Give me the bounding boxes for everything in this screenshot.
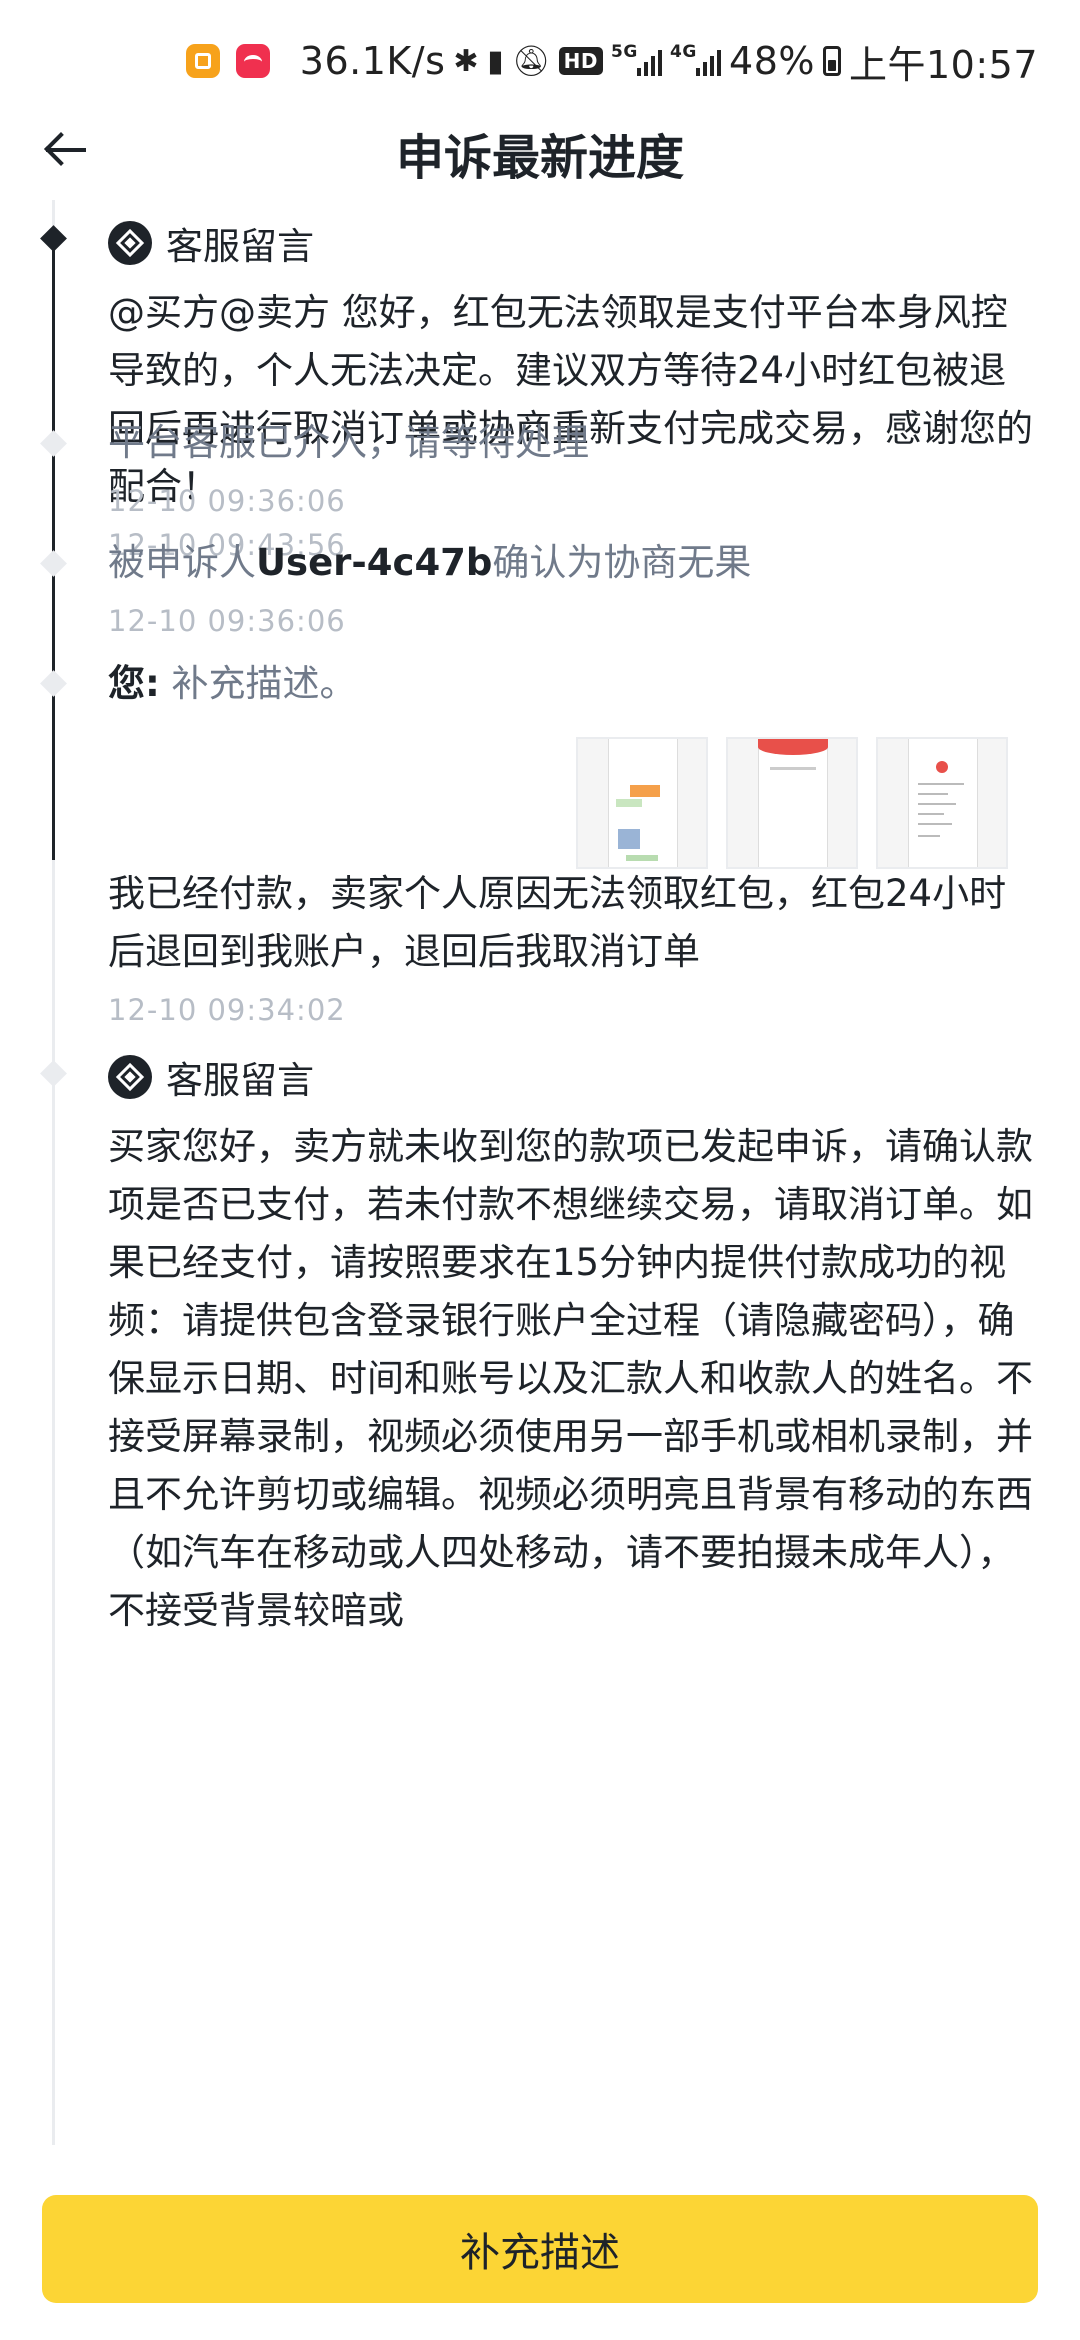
add-description-button[interactable]: 补充描述	[42, 2195, 1038, 2303]
notification-app-icon	[186, 44, 220, 78]
timeline-entry-agent-message: 客服留言 买家您好，卖方就未收到您的款项已发起申诉，请确认款项是否已支付，若未付…	[108, 1050, 1040, 1640]
mute-icon: 🔕︎	[512, 43, 551, 79]
status-indicators: 36.1K/s ✱ ▮ 🔕︎ HD 5G 4G 48% 上午10:57	[299, 36, 1038, 87]
binance-logo-icon	[108, 221, 152, 265]
system-message-text: 平台客服已介入，请等待处理	[108, 421, 589, 464]
system-message-text: 被申诉人User-4c47b确认为协商无果	[108, 541, 752, 584]
clock: 上午10:57	[848, 42, 1038, 87]
timeline-entry-user-supplement: 您: 补充描述。	[108, 655, 1040, 713]
agent-header: 客服留言	[108, 216, 1040, 270]
page-title: 申诉最新进度	[395, 130, 684, 186]
vibrate-icon: ▮	[487, 43, 505, 79]
network-speed: 36.1K/s	[299, 39, 446, 83]
hd-voice-icon: HD	[558, 47, 604, 75]
appeal-progress-timeline[interactable]: 客服留言 @买方@卖方 您好，红包无法领取是支付平台本身风控导致的，个人无法决定…	[0, 200, 1080, 2145]
status-bar: 36.1K/s ✱ ▮ 🔕︎ HD 5G 4G 48% 上午10:57	[0, 0, 1080, 120]
message-timestamp: 12-10 09:36:06	[108, 604, 346, 638]
agent-header: 客服留言	[108, 1050, 1040, 1104]
bottom-action-bar: 补充描述	[0, 2145, 1080, 2340]
signal-5g-icon: 5G	[611, 42, 663, 76]
message-timestamp: 12-10 09:34:02	[108, 993, 346, 1027]
timeline-entry-system: 被申诉人User-4c47b确认为协商无果 12-10 09:36:06	[108, 534, 1040, 638]
header: 申诉最新进度	[0, 110, 1080, 190]
timeline-node	[40, 430, 67, 457]
respondent-username: User-4c47b	[256, 541, 493, 584]
battery-icon	[822, 46, 841, 76]
timeline-progress-track	[52, 238, 55, 860]
timeline-entry-system: 平台客服已介入，请等待处理 12-10 09:36:06	[108, 414, 1040, 518]
agent-name: 客服留言	[166, 225, 314, 268]
user-supplement-heading: 您: 补充描述。	[108, 662, 357, 705]
agent-message-text: 买家您好，卖方就未收到您的款项已发起申诉，请确认款项是否已支付，若未付款不想继续…	[108, 1125, 1033, 1632]
notification-app-icon	[236, 44, 270, 78]
timeline-node-active	[40, 225, 67, 252]
battery-percent: 48%	[729, 39, 815, 83]
user-supplement-body: 我已经付款，卖家个人原因无法领取红包，红包24小时后退回到我账户，退回后我取消订…	[108, 865, 1040, 1027]
binance-logo-icon	[108, 1055, 152, 1099]
timeline-node	[40, 1060, 67, 1087]
timeline-node	[40, 670, 67, 697]
agent-name: 客服留言	[166, 1059, 314, 1102]
attachment-thumbnails	[576, 737, 1008, 869]
message-timestamp: 12-10 09:36:06	[108, 484, 346, 518]
user-message-text: 我已经付款，卖家个人原因无法领取红包，红包24小时后退回到我账户，退回后我取消订…	[108, 872, 1007, 973]
timeline-node	[40, 550, 67, 577]
signal-4g-icon: 4G	[670, 42, 722, 76]
attachment-thumbnail[interactable]	[576, 737, 708, 869]
bluetooth-icon: ✱	[453, 43, 480, 79]
attachment-thumbnail[interactable]	[876, 737, 1008, 869]
attachment-thumbnail[interactable]	[726, 737, 858, 869]
